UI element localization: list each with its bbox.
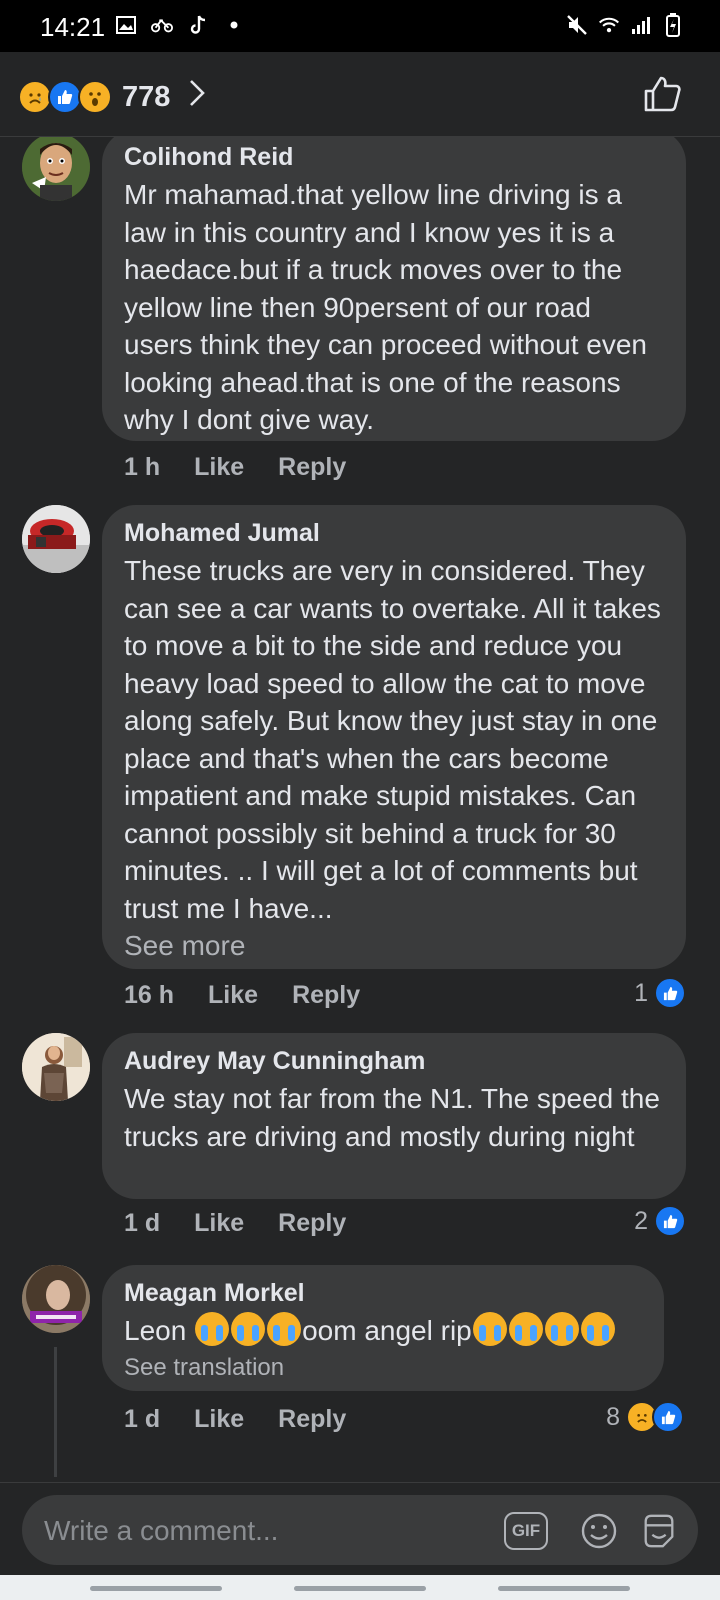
like-button[interactable]: Like: [194, 1405, 244, 1434]
thread-line: [54, 1347, 57, 1477]
comment-actions: 1 d Like Reply: [124, 1405, 346, 1434]
chevron-right-icon: [188, 78, 206, 116]
like-post-button[interactable]: [642, 74, 682, 114]
reply-button[interactable]: Reply: [292, 981, 360, 1010]
comment-text: These trucks are very in considered. The…: [124, 555, 661, 924]
smiley-icon: [581, 1513, 617, 1549]
comment-reaction-count: 1: [634, 978, 648, 1007]
comment-placeholder: Write a comment...: [44, 1515, 279, 1546]
like-button[interactable]: Like: [194, 453, 244, 482]
gallery-icon: [115, 14, 137, 36]
nav-recent-button[interactable]: [90, 1586, 222, 1591]
comment-time[interactable]: 1 d: [124, 1405, 160, 1434]
comment-actions: 1 h Like Reply: [124, 453, 346, 482]
sticker-button[interactable]: [640, 1512, 678, 1550]
wow-reaction-icon: [78, 80, 112, 114]
like-reaction-icon: [654, 1205, 686, 1237]
avatar[interactable]: [22, 137, 90, 201]
like-button[interactable]: Like: [208, 981, 258, 1010]
comment-reactions[interactable]: 2: [634, 1205, 686, 1237]
status-system-icons: [566, 13, 684, 37]
comment-bubble[interactable]: Audrey May Cunningham We stay not far fr…: [102, 1033, 686, 1199]
crying-emoji-icon: [195, 1312, 230, 1346]
comment-reactions[interactable]: 8: [606, 1401, 684, 1433]
comment-text: Leon oom angel rip: [124, 1312, 642, 1350]
mute-icon: [566, 14, 588, 36]
comment-text: Mr mahamad.that yellow line driving is a…: [124, 179, 647, 435]
comment-reaction-count: 8: [606, 1402, 620, 1431]
like-reaction-icon: [652, 1401, 684, 1433]
sticker-icon: [644, 1514, 674, 1548]
crying-emoji-icon: [231, 1312, 266, 1346]
comment-time[interactable]: 16 h: [124, 981, 174, 1010]
wifi-icon: [598, 14, 620, 36]
comment-author[interactable]: Mohamed Jumal: [124, 519, 664, 548]
dot-icon: [223, 14, 245, 36]
crying-emoji-icon: [544, 1312, 579, 1346]
crying-emoji-icon: [267, 1312, 302, 1346]
crying-emoji-icon: [580, 1312, 615, 1346]
comment-text: We stay not far from the N1. The speed t…: [124, 1083, 660, 1152]
bike-icon: [151, 14, 173, 36]
comment-time[interactable]: 1 h: [124, 453, 160, 482]
nav-back-button[interactable]: [498, 1586, 630, 1591]
reactions-summary[interactable]: 778: [18, 78, 206, 116]
status-notification-icons: [115, 14, 245, 36]
status-bar: 14:21: [0, 0, 720, 52]
comment-author[interactable]: Audrey May Cunningham: [124, 1047, 664, 1076]
comment-reactions[interactable]: 1: [634, 977, 686, 1009]
sad-reaction-icon: [18, 80, 52, 114]
battery-icon: [662, 13, 684, 37]
reactions-header: 778: [0, 52, 720, 137]
comment-text-start: Leon: [124, 1315, 195, 1346]
like-reaction-icon: [654, 977, 686, 1009]
comment-input[interactable]: Write a comment... GIF: [22, 1495, 698, 1565]
avatar[interactable]: [22, 505, 90, 573]
comment-bubble[interactable]: Colihond Reid Mr mahamad.that yellow lin…: [102, 137, 686, 441]
see-more-link[interactable]: See more: [124, 927, 664, 964]
nav-home-button[interactable]: [294, 1586, 426, 1591]
comment-reaction-count: 2: [634, 1206, 648, 1235]
comment-bubble[interactable]: Meagan Morkel Leon oom angel rip See tra…: [102, 1265, 664, 1391]
signal-icon: [630, 14, 652, 36]
like-reaction-icon: [48, 80, 82, 114]
crying-emoji-icon: [472, 1312, 507, 1346]
tiktok-icon: [187, 14, 209, 36]
avatar[interactable]: [22, 1265, 90, 1333]
comment-author[interactable]: Meagan Morkel: [124, 1279, 642, 1308]
see-translation-link[interactable]: See translation: [124, 1354, 642, 1382]
crying-emoji-icon: [508, 1312, 543, 1346]
comment-bubble[interactable]: Mohamed Jumal These trucks are very in c…: [102, 505, 686, 969]
like-button[interactable]: Like: [194, 1209, 244, 1238]
comment-text-end: oom angel rip: [302, 1315, 472, 1346]
comment-actions: 16 h Like Reply: [124, 981, 360, 1010]
status-time: 14:21: [40, 12, 106, 42]
reply-button[interactable]: Reply: [278, 1405, 346, 1434]
comment-author[interactable]: Colihond Reid: [124, 143, 664, 172]
comment-actions: 1 d Like Reply: [124, 1209, 346, 1238]
reply-button[interactable]: Reply: [278, 453, 346, 482]
comments-feed[interactable]: Colihond Reid Mr mahamad.that yellow lin…: [0, 137, 720, 1482]
reply-button[interactable]: Reply: [278, 1209, 346, 1238]
comment-time[interactable]: 1 d: [124, 1209, 160, 1238]
avatar[interactable]: [22, 1033, 90, 1101]
thumbs-up-icon: [644, 76, 681, 112]
gif-button[interactable]: GIF: [504, 1512, 548, 1550]
reaction-count: 778: [122, 80, 171, 113]
emoji-button[interactable]: [580, 1512, 618, 1550]
comment-composer: Write a comment... GIF: [0, 1482, 720, 1575]
system-nav-bar: [0, 1575, 720, 1600]
